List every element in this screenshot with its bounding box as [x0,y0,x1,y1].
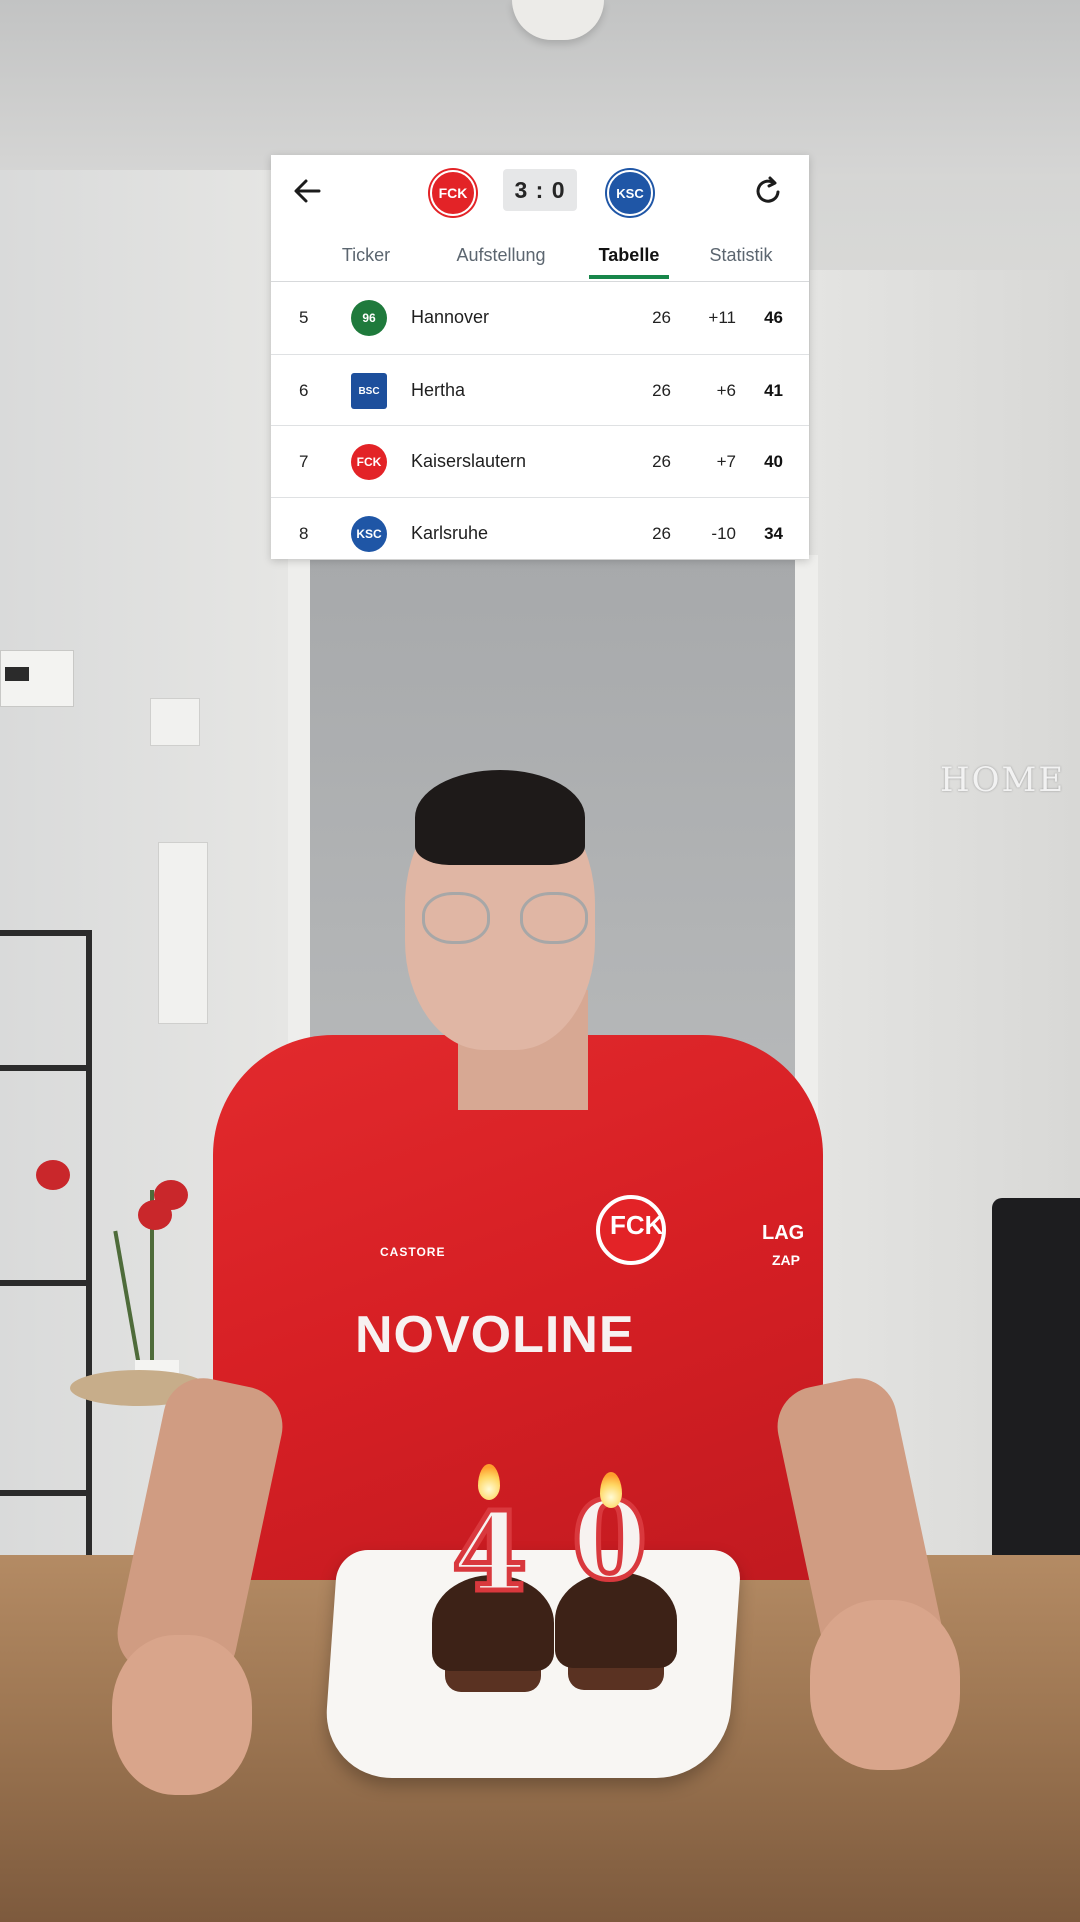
rank: 5 [299,307,309,327]
shirt-brand: CASTORE [380,1245,446,1259]
thermostat-screen [5,667,29,681]
shelf [0,930,92,1580]
left-hand [112,1635,252,1795]
club-name: Kaiserslautern [411,451,527,471]
refresh-icon [756,176,780,203]
thermostat [0,650,74,707]
club-name: Hannover [411,307,490,327]
table-row[interactable]: 8 KSC Karlsruhe 26 -10 34 [271,497,809,559]
away-team-logo[interactable]: KSC [607,170,653,216]
home-team-logo[interactable]: FCK [430,170,476,216]
points: 40 [764,451,783,471]
active-tab-indicator [589,275,669,279]
tab-aufstellung[interactable]: Aufstellung [431,233,571,277]
candle-flame-icon [600,1472,622,1508]
home-wall-sign: HOME [940,760,1066,800]
hair [415,770,585,865]
arrow-left-icon [294,179,321,203]
shelf-board [0,1490,86,1496]
tab-tabelle[interactable]: Tabelle [589,233,669,277]
goal-difference: +11 [708,307,736,327]
back-button[interactable] [289,173,325,209]
candle-digit-4: 4 [449,1488,529,1619]
glasses-icon [422,892,490,944]
shirt-sponsor: NOVOLINE [355,1306,635,1364]
tab-ticker[interactable]: Ticker [316,233,416,277]
points: 46 [764,307,783,327]
goal-difference: +7 [716,451,736,471]
hertha-logo-icon: BSC [351,373,387,409]
match-table-card: FCK 3 : 0 KSC Ticker Aufstellung Tabelle… [271,155,809,559]
kaiserslautern-logo-icon: FCK [351,444,387,480]
crest-text: FCK [610,1210,664,1240]
games-played: 26 [652,451,671,471]
sleeve-sponsor: LAG [762,1222,805,1244]
switch-panel [158,842,208,1024]
shelf-board [0,930,86,936]
match-header: FCK 3 : 0 KSC [271,155,809,227]
points: 41 [764,380,783,400]
table-row[interactable]: 6 BSC Hertha 26 +6 41 [271,354,809,426]
club-name: Hertha [411,380,466,400]
match-score: 3 : 0 [503,169,577,211]
club-name: Karlsruhe [411,523,489,543]
rank: 6 [299,380,309,400]
points: 34 [764,523,783,543]
shelf-board [0,1280,86,1286]
games-played: 26 [652,523,671,543]
tab-statistik[interactable]: Statistik [686,233,796,277]
chair [992,1198,1080,1558]
tab-bar: Ticker Aufstellung Tabelle Statistik [271,233,809,281]
sleeve-sponsor-2: ZAP [772,1252,800,1268]
rank: 8 [299,523,309,543]
refresh-button[interactable] [751,173,787,209]
table-row[interactable]: 5 96 Hannover 26 +11 46 [271,282,809,353]
goal-difference: -10 [711,523,736,543]
candle-flame-icon [478,1464,500,1500]
games-played: 26 [652,307,671,327]
hannover-logo-icon: 96 [351,300,387,336]
light-switch [150,698,200,746]
red-rose [36,1160,70,1190]
goal-difference: +6 [716,380,736,400]
rank: 7 [299,451,309,471]
shelf-board [0,1065,86,1071]
table-row[interactable]: 7 FCK Kaiserslautern 26 +7 40 [271,425,809,497]
karlsruhe-logo-icon: KSC [351,516,387,552]
right-hand [810,1600,960,1770]
red-rose [138,1200,172,1230]
games-played: 26 [652,380,671,400]
glasses-icon [520,892,588,944]
